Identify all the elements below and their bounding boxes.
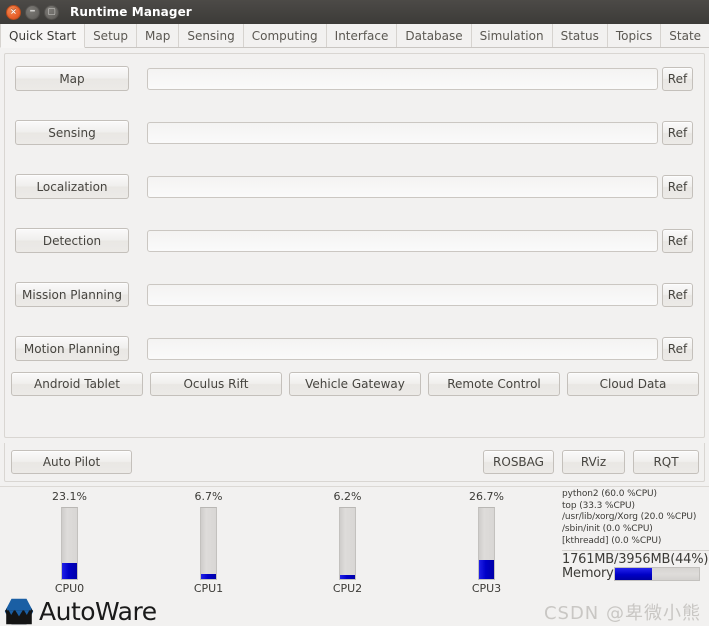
- memory-usage-text: 1761MB/3956MB(44%): [562, 551, 709, 567]
- tab-database[interactable]: Database: [397, 24, 472, 47]
- cpu-gauge-fill: [201, 574, 216, 579]
- localization-button[interactable]: Localization: [15, 174, 129, 199]
- runtime-manager-window: × – ▢ Runtime Manager Quick Start Setup Ma…: [0, 0, 709, 626]
- close-glyph: ×: [10, 7, 17, 16]
- tab-state[interactable]: State: [661, 24, 709, 47]
- process-list-item: top (33.3 %CPU): [562, 500, 635, 511]
- cpu-gauge-fill: [479, 560, 494, 579]
- maximize-glyph: ▢: [47, 6, 56, 17]
- cloud-data-button[interactable]: Cloud Data: [567, 372, 699, 396]
- autoware-wordmark: AutoWare: [39, 596, 157, 626]
- process-list-item: /sbin/init (0.0 %CPU): [562, 524, 653, 535]
- rqt-button[interactable]: RQT: [633, 450, 699, 474]
- autoware-mark-icon: [4, 598, 34, 624]
- map-ref-button[interactable]: Ref: [662, 66, 693, 91]
- cpu-gauge-cpu1: 6.7% CPU1: [139, 487, 278, 599]
- cpu-percent-label: 23.1%: [52, 490, 87, 503]
- cpu-percent-label: 6.7%: [194, 490, 223, 503]
- process-list-item: [kthreadd] (0.0 %CPU): [562, 535, 662, 546]
- detection-path-input[interactable]: [147, 229, 658, 252]
- process-list-item: /usr/lib/xorg/Xorg (20.0 %CPU): [562, 512, 697, 523]
- process-list: python2 (60.0 %CPU) top (33.3 %CPU)/usr/l…: [562, 489, 709, 548]
- device-button-row: Android Tablet Oculus Rift Vehicle Gateway…: [11, 372, 699, 396]
- detection-button[interactable]: Detection: [15, 228, 129, 253]
- launch-row-mission-planning: Mission Planning Ref: [11, 282, 698, 307]
- launch-row-list: Map Ref Sensing Ref Localization Ref Detection…: [5, 54, 704, 361]
- cpu-percent-label: 6.2%: [333, 490, 362, 503]
- cpu-gauge-fill: [62, 562, 77, 579]
- resource-monitor: 23.1% CPU0 6.7% CPU1 6.2% CPU2 26.7% CPU3 pytho…: [0, 486, 709, 626]
- cpu-name-label: CPU3: [471, 582, 502, 595]
- remote-control-button[interactable]: Remote Control: [428, 372, 560, 396]
- launch-row-sensing: Sensing Ref: [11, 120, 698, 145]
- window-controls: × – ▢: [6, 3, 59, 20]
- cpu-gauge-track: [61, 507, 78, 580]
- auto-pilot-button[interactable]: Auto Pilot: [11, 450, 132, 474]
- tab-quick-start[interactable]: Quick Start: [0, 24, 86, 48]
- motion-planning-ref-button[interactable]: Ref: [662, 336, 693, 361]
- cpu-gauge-fill: [340, 574, 355, 579]
- cpu-gauge-cpu2: 6.2% CPU2: [278, 487, 417, 599]
- mission-planning-path-input[interactable]: [147, 283, 658, 306]
- process-list-item: python2 (60.0 %CPU): [562, 489, 657, 499]
- cpu-gauge-cpu3: 26.7% CPU3: [417, 487, 556, 599]
- localization-path-input[interactable]: [147, 175, 658, 198]
- bottom-toolbar: Auto Pilot ROSBAG RViz RQT: [4, 443, 705, 482]
- system-info-panel: python2 (60.0 %CPU) top (33.3 %CPU)/usr/l…: [556, 489, 709, 599]
- minimize-glyph: –: [29, 3, 36, 17]
- localization-ref-button[interactable]: Ref: [662, 174, 693, 199]
- cpu-name-label: CPU1: [193, 582, 224, 595]
- csdn-watermark: CSDN @卑微小熊: [543, 603, 701, 624]
- mission-planning-ref-button[interactable]: Ref: [662, 282, 693, 307]
- cpu-gauge-cpu0: 23.1% CPU0: [0, 487, 139, 599]
- tab-simulation[interactable]: Simulation: [471, 24, 553, 47]
- cpu-gauge-track: [339, 507, 356, 580]
- minimize-window-icon[interactable]: –: [25, 3, 40, 20]
- sensing-button[interactable]: Sensing: [15, 120, 129, 145]
- tab-setup[interactable]: Setup: [85, 24, 137, 47]
- launch-row-map: Map Ref: [11, 66, 698, 91]
- motion-planning-button[interactable]: Motion Planning: [15, 336, 129, 361]
- maximize-window-icon[interactable]: ▢: [44, 4, 59, 20]
- memory-bar-row: Memory: [562, 565, 709, 581]
- sensing-path-input[interactable]: [147, 121, 658, 144]
- autoware-logo: AutoWare: [4, 596, 157, 626]
- memory-gauge-fill: [614, 567, 652, 580]
- vehicle-gateway-button[interactable]: Vehicle Gateway: [289, 372, 421, 396]
- map-button[interactable]: Map: [15, 66, 129, 91]
- rosbag-button[interactable]: ROSBAG: [483, 450, 554, 474]
- launch-row-motion-planning: Motion Planning Ref: [11, 336, 698, 361]
- tab-map[interactable]: Map: [137, 24, 180, 47]
- cpu-name-label: CPU0: [54, 582, 85, 595]
- memory-label: Memory: [562, 565, 614, 581]
- tab-sensing[interactable]: Sensing: [179, 24, 244, 47]
- cpu-name-label: CPU2: [332, 582, 363, 595]
- tab-status[interactable]: Status: [552, 24, 608, 47]
- tab-topics[interactable]: Topics: [607, 24, 662, 47]
- memory-section: 1761MB/3956MB(44%) Memory: [562, 549, 709, 581]
- rviz-button[interactable]: RViz: [562, 450, 625, 474]
- cpu-percent-label: 26.7%: [469, 490, 504, 503]
- launch-row-localization: Localization Ref: [11, 174, 698, 199]
- motion-planning-path-input[interactable]: [147, 337, 658, 360]
- close-window-icon[interactable]: ×: [6, 4, 21, 20]
- memory-gauge: [613, 566, 700, 581]
- detection-ref-button[interactable]: Ref: [662, 228, 693, 253]
- map-path-input[interactable]: [147, 67, 658, 90]
- mission-planning-button[interactable]: Mission Planning: [15, 282, 129, 307]
- window-title: Runtime Manager: [70, 5, 192, 19]
- cpu-gauge-track: [478, 507, 495, 580]
- tab-computing[interactable]: Computing: [243, 24, 327, 47]
- quick-start-panel: Map Ref Sensing Ref Localization Ref Detection…: [4, 53, 705, 438]
- sensing-ref-button[interactable]: Ref: [662, 120, 693, 145]
- window-titlebar: × – ▢ Runtime Manager: [0, 0, 709, 24]
- oculus-rift-button[interactable]: Oculus Rift: [150, 372, 282, 396]
- cpu-gauge-group: 23.1% CPU0 6.7% CPU1 6.2% CPU2 26.7% CPU3: [0, 487, 556, 599]
- tab-bar: Quick Start Setup Map Sensing Computing Inter…: [0, 24, 709, 48]
- android-tablet-button[interactable]: Android Tablet: [11, 372, 143, 396]
- launch-row-detection: Detection Ref: [11, 228, 698, 253]
- tab-interface[interactable]: Interface: [326, 24, 398, 47]
- cpu-gauge-track: [200, 507, 217, 580]
